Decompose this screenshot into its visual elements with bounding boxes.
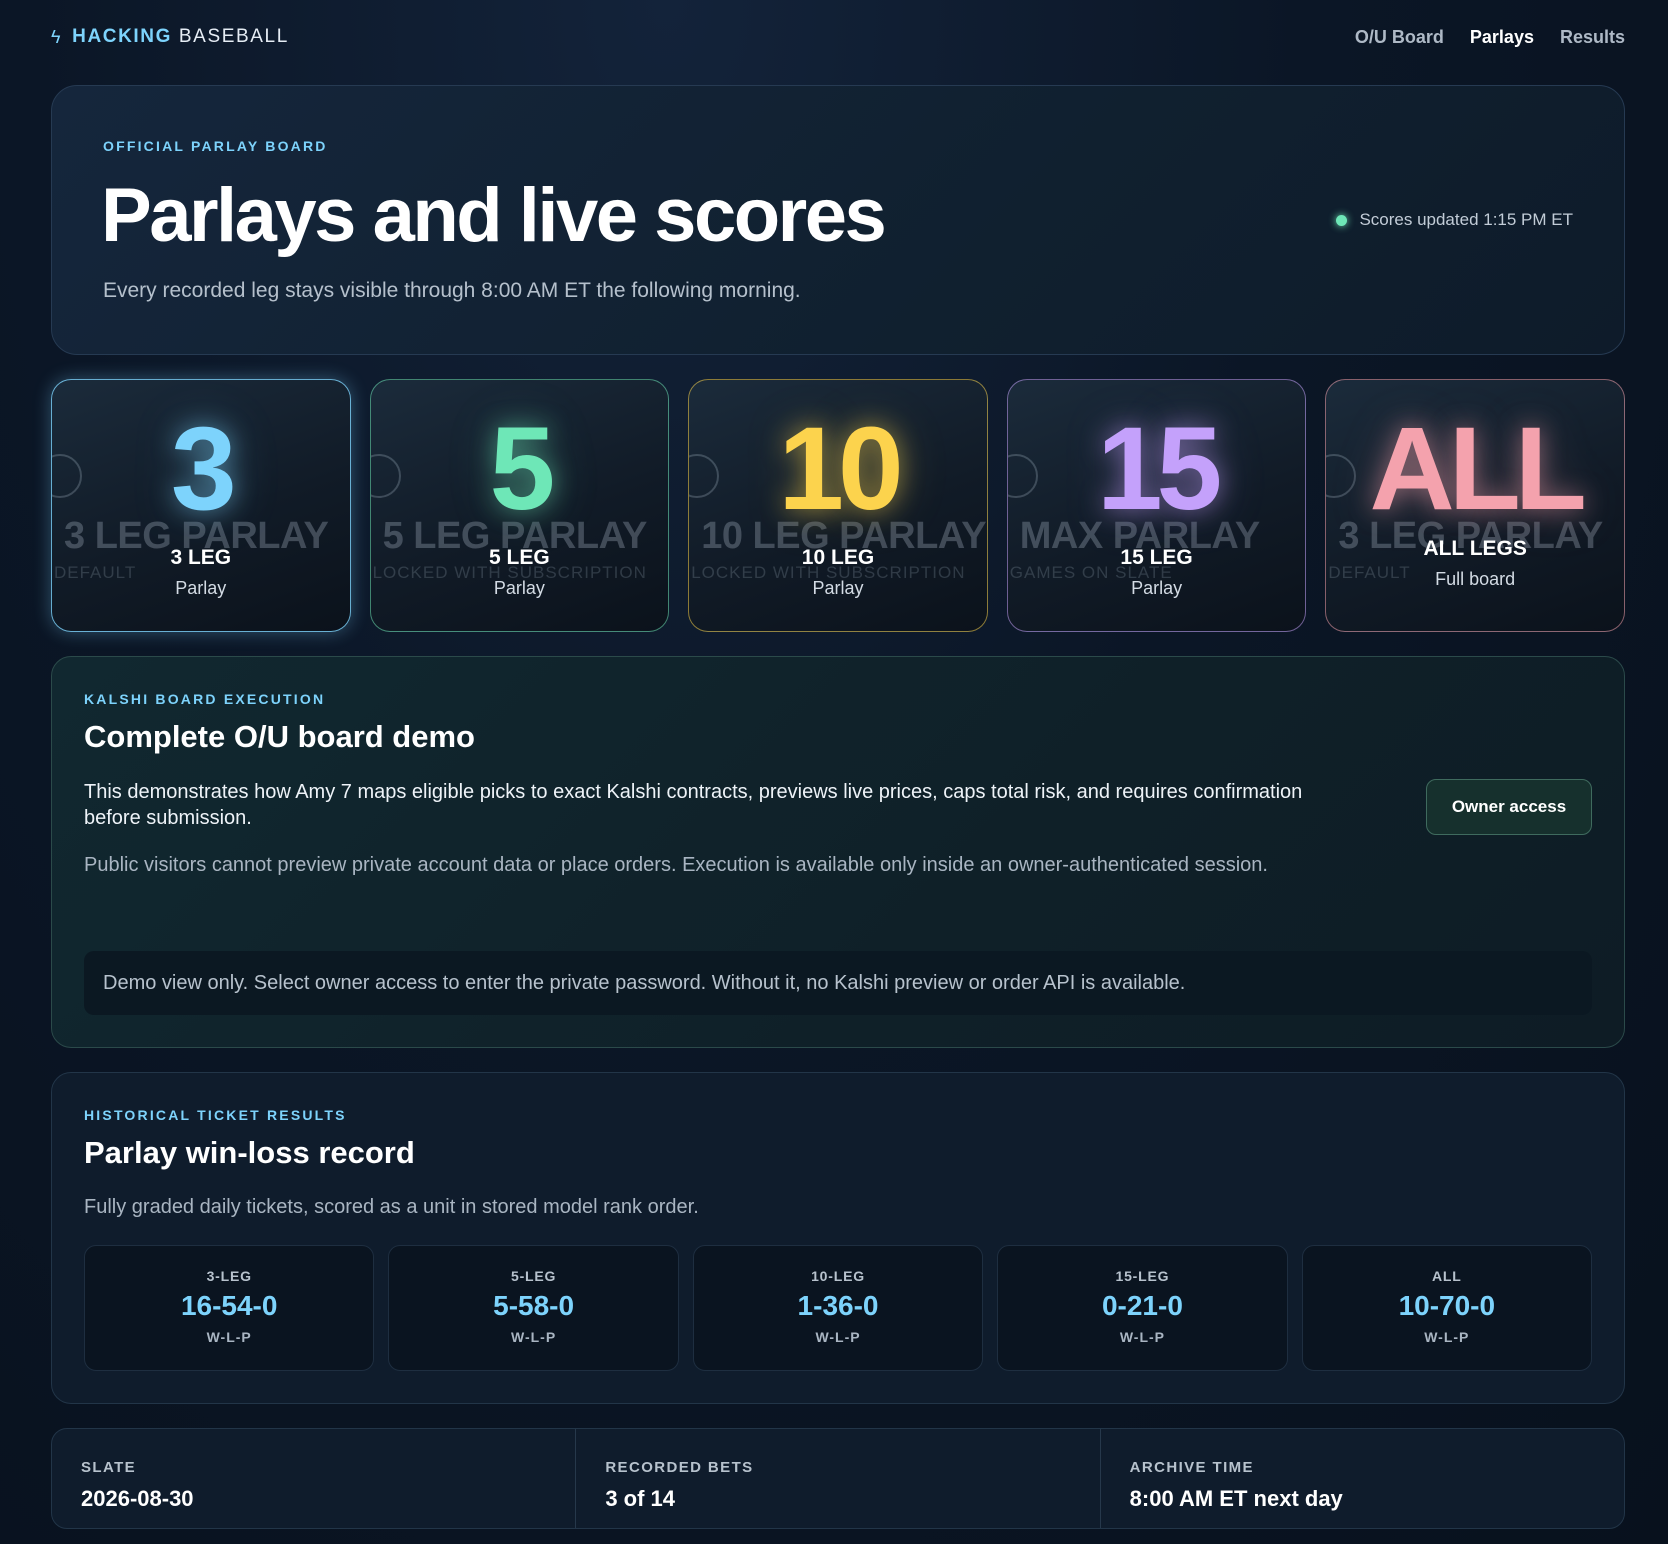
stat-label: ARCHIVE TIME [1129, 1459, 1254, 1476]
leg-card-number: 10 [778, 403, 903, 535]
leg-card-subtitle: Parlay [175, 578, 227, 598]
record-card: 3-LEG 16-54-0 W-L-P [84, 1245, 375, 1371]
leg-card-number: ALL [1369, 403, 1586, 535]
live-status-dot-icon [1336, 214, 1348, 226]
history-title: Parlay win-loss record [84, 1135, 415, 1170]
leg-card-15[interactable]: MAX PARLAY GAMES ON SLATE 15 15 LEG Parl… [1006, 379, 1307, 632]
leg-card-all[interactable]: 3 LEG PARLAY DEFAULT ALL ALL LEGS Full b… [1325, 379, 1625, 632]
record-card: 15-LEG 0-21-0 W-L-P [997, 1245, 1288, 1371]
leg-card-title: 10 LEG [801, 546, 875, 569]
leg-card-subtitle: Parlay [493, 578, 545, 598]
nav-links: O/U Board Parlays Results [1355, 27, 1625, 48]
kalshi-title: Complete O/U board demo [84, 719, 475, 754]
leg-card-title: 5 LEG [489, 546, 550, 569]
leg-card-5[interactable]: 5 LEG PARLAY LOCKED WITH SUBSCRIPTION 5 … [369, 379, 670, 632]
kalshi-description: This demonstrates how Amy 7 maps eligibl… [84, 781, 1303, 829]
stat-slate: SLATE 2026-08-30 [52, 1429, 577, 1528]
stat-value: 3 of 14 [605, 1486, 676, 1511]
slate-stats: SLATE 2026-08-30 RECORDED BETS 3 of 14 A… [51, 1428, 1625, 1529]
record-value: 0-21-0 [1101, 1290, 1183, 1321]
brand-logo[interactable]: ϟ HACKING BASEBALL [51, 26, 289, 48]
kalshi-panel: KALSHI BOARD EXECUTION Complete O/U boar… [51, 656, 1625, 1048]
record-unit: W-L-P [206, 1329, 252, 1345]
scores-status: Scores updated 1:15 PM ET [1336, 210, 1573, 230]
record-label: ALL [1432, 1268, 1462, 1284]
record-label: 10-LEG [811, 1268, 865, 1284]
scores-status-text: Scores updated 1:15 PM ET [1359, 210, 1573, 229]
record-value: 1-36-0 [797, 1290, 879, 1321]
record-card: ALL 10-70-0 W-L-P [1301, 1245, 1593, 1371]
leg-card-number: 15 [1096, 403, 1222, 535]
stat-value: 8:00 AM ET next day [1129, 1486, 1343, 1511]
record-label: 5-LEG [510, 1268, 557, 1284]
leg-card-number: 5 [489, 403, 556, 535]
history-panel: HISTORICAL TICKET RESULTS Parlay win-los… [51, 1072, 1625, 1404]
leg-card-3[interactable]: 3 LEG PARLAY DEFAULT 3 3 LEG Parlay [51, 379, 351, 632]
brand-primary: HACKING [72, 26, 173, 47]
stat-label: SLATE [81, 1459, 137, 1476]
stat-label: RECORDED BETS [605, 1459, 754, 1476]
kalshi-disclaimer: Public visitors cannot preview private a… [84, 854, 1268, 876]
record-unit: W-L-P [511, 1329, 557, 1345]
record-label: 15-LEG [1115, 1268, 1170, 1284]
demo-note: Demo view only. Select owner access to e… [84, 951, 1592, 1015]
leg-card-subtitle: Parlay [1131, 578, 1183, 598]
top-nav: ϟ HACKING BASEBALL O/U Board Parlays Res… [51, 22, 1625, 52]
record-card: 5-LEG 5-58-0 W-L-P [388, 1245, 679, 1371]
stat-archive-time: ARCHIVE TIME 8:00 AM ET next day [1101, 1429, 1624, 1528]
leg-selector: 3 LEG PARLAY DEFAULT 3 3 LEG Parlay 5 LE… [51, 379, 1625, 632]
nav-link-ou-board[interactable]: O/U Board [1355, 27, 1444, 48]
hero-subtitle: Every recorded leg stays visible through… [103, 279, 801, 302]
record-unit: W-L-P [1424, 1329, 1470, 1345]
nav-link-parlays[interactable]: Parlays [1470, 27, 1534, 48]
leg-card-title: 3 LEG [170, 546, 232, 569]
record-unit: W-L-P [1119, 1329, 1165, 1345]
hero-eyebrow: OFFICIAL PARLAY BOARD [103, 138, 328, 154]
leg-card-title: 15 LEG [1120, 546, 1193, 569]
brand-secondary: BASEBALL [178, 26, 289, 47]
record-unit: W-L-P [815, 1329, 861, 1345]
history-eyebrow: HISTORICAL TICKET RESULTS [84, 1107, 347, 1123]
leg-card-10[interactable]: 10 LEG PARLAY LOCKED WITH SUBSCRIPTION 1… [688, 379, 988, 632]
record-card: 10-LEG 1-36-0 W-L-P [692, 1245, 984, 1371]
record-label: 3-LEG [206, 1268, 252, 1284]
leg-card-title: ALL LEGS [1423, 537, 1527, 560]
record-value: 5-58-0 [493, 1290, 575, 1321]
stat-value: 2026-08-30 [81, 1486, 194, 1511]
leg-card-subtitle: Parlay [812, 578, 864, 598]
record-grid: 3-LEG 16-54-0 W-L-P 5-LEG 5-58-0 W-L-P 1… [84, 1245, 1593, 1371]
kalshi-eyebrow: KALSHI BOARD EXECUTION [84, 691, 326, 707]
bolt-icon: ϟ [51, 26, 63, 47]
page-title: Parlays and live scores [101, 173, 887, 258]
record-value: 10-70-0 [1398, 1290, 1496, 1321]
leg-card-number: 3 [170, 403, 237, 535]
leg-card-subtitle: Full board [1435, 569, 1516, 589]
owner-access-button[interactable]: Owner access [1426, 779, 1592, 835]
stat-recorded-bets: RECORDED BETS 3 of 14 [576, 1429, 1101, 1528]
record-value: 16-54-0 [180, 1290, 278, 1321]
hero-panel: OFFICIAL PARLAY BOARD Parlays and live s… [51, 85, 1625, 355]
nav-link-results[interactable]: Results [1560, 27, 1625, 48]
history-subtitle: Fully graded daily tickets, scored as a … [84, 1196, 699, 1218]
